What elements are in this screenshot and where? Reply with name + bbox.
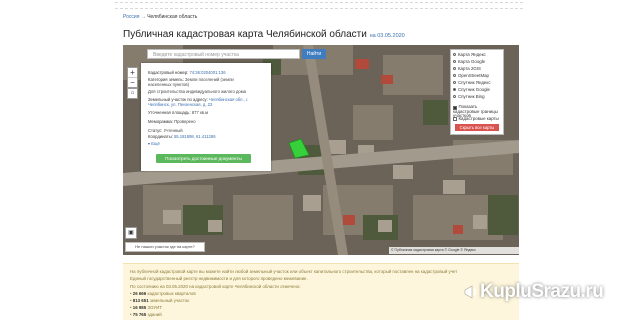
stat-text: зданий [147, 312, 162, 317]
find-button[interactable]: Найти [302, 49, 326, 59]
stat-text: кадастровых кварталов [147, 291, 196, 296]
page-title-text: Публичная кадастровая карта Челябинской … [123, 29, 367, 40]
stat-item: • 26 666 кадастровых кварталов [130, 291, 196, 296]
cadastral-maps-checkbox[interactable]: Кадастровые карты [453, 116, 499, 122]
area-label: Уточненная площадь: [148, 110, 191, 115]
zoom-in-button[interactable]: + [128, 68, 137, 77]
layer-option[interactable]: Карта 2GIS [453, 66, 481, 72]
cadastral-search-input[interactable]: Введите кадастровый номер участка [147, 49, 300, 59]
cad-number-row: Кадастровый номер: 74:36:0204001:136 [148, 70, 226, 75]
area-row: Уточненная площадь: 877 кв.м [148, 110, 208, 115]
layer-option[interactable]: Спутник Google [453, 87, 490, 93]
stat-item: • 75 765 зданий [130, 312, 162, 317]
cadastral-map[interactable]: + − ⌂ Введите кадастровый номер участка … [123, 45, 519, 255]
info-line: По состоянию на 03.05.2020 на кадастрово… [130, 284, 301, 289]
radio-icon [453, 67, 456, 71]
info-panel: На публичной кадастровой карте вы можете… [123, 263, 519, 320]
use-value: Для строительства индивидуального жилого… [148, 89, 246, 94]
breadcrumb-link-russia[interactable]: Россия [123, 14, 139, 20]
zoom-out-button[interactable]: − [128, 77, 137, 87]
area-value: 877 кв.м [191, 110, 209, 115]
layer-option[interactable]: OpenStreetMap [453, 73, 489, 79]
hide-maps-button[interactable]: Скрыть все карты [455, 124, 499, 131]
address-row: Земельный участок по адресу: Челябинская… [148, 97, 258, 107]
map-attribution: © Публичная кадастровая карта © Google ©… [389, 247, 519, 254]
radio-icon [453, 74, 456, 78]
breadcrumb-separator: → [140, 14, 146, 20]
top-divider [115, 2, 523, 9]
stat-number: 813 651 [132, 298, 149, 303]
more-toggle[interactable]: ▾ Ещё [148, 141, 160, 146]
ownership-value: Проверено [174, 119, 196, 124]
watermark-logo: KupluSrazu.ru [480, 281, 604, 302]
view-documents-button[interactable]: Посмотреть достоинные документы [156, 154, 251, 163]
checkbox-icon [453, 117, 457, 121]
layer-label: Спутник Google [458, 87, 490, 92]
page-title: Публичная кадастровая карта Челябинской … [123, 29, 405, 40]
status-value: Учтенный [163, 128, 183, 133]
layer-option[interactable]: Карта Google [453, 59, 485, 65]
parcel-info-card: Кадастровый номер: 74:36:0204001:136 Кат… [141, 63, 271, 171]
layer-switcher: Карта Яндекс Карта Google Карта 2GIS Ope… [450, 49, 504, 135]
layer-option[interactable]: Спутник Bing [453, 94, 485, 100]
status-row: Статус: Учтенный [148, 128, 183, 133]
layer-label: Спутник Bing [458, 94, 485, 99]
category-row: Категория земель: Земли поселений (земли… [148, 77, 258, 87]
radio-icon [453, 60, 456, 64]
cad-number-link[interactable]: 74:36:0204001:136 [189, 70, 225, 75]
radio-icon [453, 53, 456, 57]
layer-label: Карта Яндекс [458, 52, 486, 57]
status-label: Статус: [148, 128, 163, 133]
stat-number: 26 666 [132, 291, 147, 296]
radio-icon [453, 95, 456, 99]
info-line: На публичной кадастровой карте вы можете… [130, 269, 458, 274]
coords-link[interactable]: 55.181898, 61.411286 [174, 134, 216, 139]
breadcrumb-current: Челябинская область [147, 14, 198, 20]
cadastral-borders-checkbox[interactable]: Показать кадастровые границы участков [453, 104, 501, 118]
layer-label: Карта 2GIS [458, 66, 481, 71]
not-found-button[interactable]: Не нашли участок где на карте? [125, 242, 205, 252]
page-container: Россия → Челябинская область Публичная к… [115, 0, 523, 320]
cad-number-label: Кадастровый номер: [148, 70, 189, 75]
radio-selected-icon [453, 88, 456, 92]
page-title-date: на 03.05.2020 [369, 33, 405, 39]
layer-label: Спутник Яндекс [458, 80, 491, 85]
layer-label: OpenStreetMap [458, 73, 489, 78]
zoom-control: + − [127, 67, 138, 88]
stat-text: ЗОУИТ [147, 305, 162, 310]
coords-label: Координаты: [148, 134, 173, 139]
stat-number: 75 765 [132, 312, 147, 317]
stat-number: 16 985 [132, 305, 147, 310]
home-icon[interactable]: ⌂ [127, 88, 138, 99]
info-line: Единый государственный реестр недвижимос… [130, 276, 308, 281]
breadcrumb: Россия → Челябинская область [123, 14, 197, 20]
layer-option[interactable]: Карта Яндекс [453, 52, 486, 58]
legend-icon[interactable]: ▣ [125, 227, 137, 239]
stat-text: земельный участок [149, 298, 190, 303]
layer-option[interactable]: Спутник Яндекс [453, 80, 491, 86]
ownership-label: Меморамма: [148, 119, 173, 124]
megaphone-icon [464, 285, 477, 299]
checkbox-label: Кадастровые карты [458, 116, 499, 121]
radio-icon [453, 81, 456, 85]
ownership-row: Меморамма: Проверено [148, 119, 196, 124]
coords-row: Координаты: 55.181898, 61.411286 [148, 134, 216, 139]
layer-label: Карта Google [458, 59, 486, 64]
stat-item: • 16 985 ЗОУИТ [130, 305, 162, 310]
stat-item: • 813 651 земельный участок [130, 298, 190, 303]
